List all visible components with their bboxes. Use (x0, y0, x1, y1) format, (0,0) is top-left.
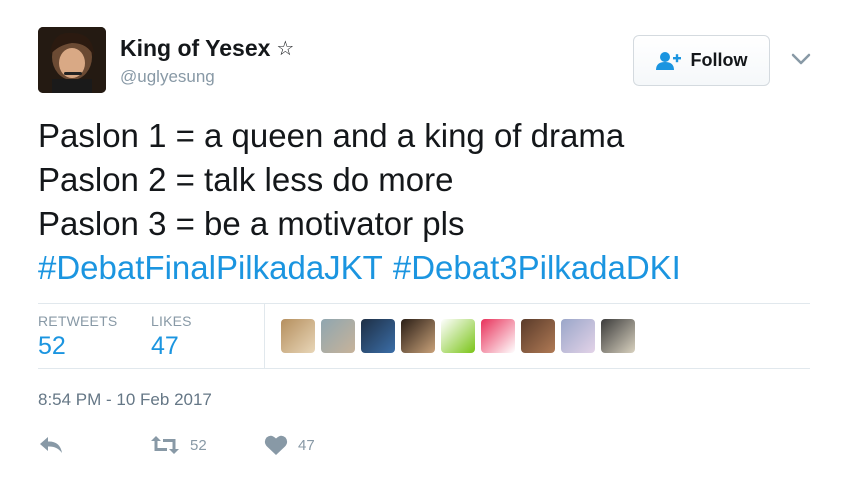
tweet-line: Paslon 3 = be a motivator pls (38, 205, 465, 242)
retweets-count: 52 (38, 332, 66, 360)
liker-avatar[interactable] (321, 319, 355, 353)
tweet-header: King of Yesex ☆ @uglyesung Follow (38, 27, 818, 95)
liker-avatar[interactable] (281, 319, 315, 353)
liker-avatar[interactable] (481, 319, 515, 353)
stats-separator (264, 304, 265, 368)
hashtag-link[interactable]: #Debat3PilkadaDKI (393, 249, 681, 286)
follow-user-icon (655, 51, 681, 70)
hashtag-line: #DebatFinalPilkadaJKT #Debat3PilkadaDKI (38, 246, 818, 290)
tweet-text: Paslon 1 = a queen and a king of drama P… (38, 114, 818, 290)
star-icon: ☆ (276, 38, 295, 60)
follow-label: Follow (690, 50, 748, 70)
divider (38, 303, 810, 304)
user-avatar[interactable] (38, 27, 106, 93)
tweet-line: Paslon 2 = talk less do more (38, 161, 454, 198)
reply-button[interactable] (38, 430, 64, 460)
display-name[interactable]: King of Yesex (120, 35, 270, 62)
tweet-line: Paslon 1 = a queen and a king of drama (38, 117, 625, 154)
retweet-icon (151, 436, 179, 454)
hashtag-link[interactable]: #DebatFinalPilkadaJKT (38, 249, 383, 286)
liker-avatar[interactable] (561, 319, 595, 353)
retweet-count: 52 (190, 436, 207, 454)
liker-avatar[interactable] (361, 319, 395, 353)
like-count: 47 (298, 436, 315, 454)
likes-count: 47 (151, 332, 179, 360)
heart-icon (264, 435, 288, 455)
tweet-timestamp[interactable]: 8:54 PM - 10 Feb 2017 (38, 390, 212, 410)
liker-avatar[interactable] (601, 319, 635, 353)
chevron-down-icon[interactable] (790, 49, 812, 69)
like-button[interactable]: 47 (264, 430, 315, 460)
user-handle[interactable]: @uglyesung (120, 67, 294, 87)
divider (38, 368, 810, 369)
likes-stat[interactable]: LIKES 47 (151, 313, 192, 361)
retweets-label: RETWEETS (38, 313, 118, 329)
liker-avatar[interactable] (401, 319, 435, 353)
liker-avatar[interactable] (521, 319, 555, 353)
likes-label: LIKES (151, 313, 192, 329)
user-name-block: King of Yesex ☆ @uglyesung (120, 35, 294, 87)
liker-avatar[interactable] (441, 319, 475, 353)
retweets-stat[interactable]: RETWEETS 52 (38, 313, 117, 361)
reply-icon (40, 437, 62, 453)
follow-button[interactable]: Follow (633, 35, 770, 86)
retweet-button[interactable]: 52 (150, 430, 207, 460)
